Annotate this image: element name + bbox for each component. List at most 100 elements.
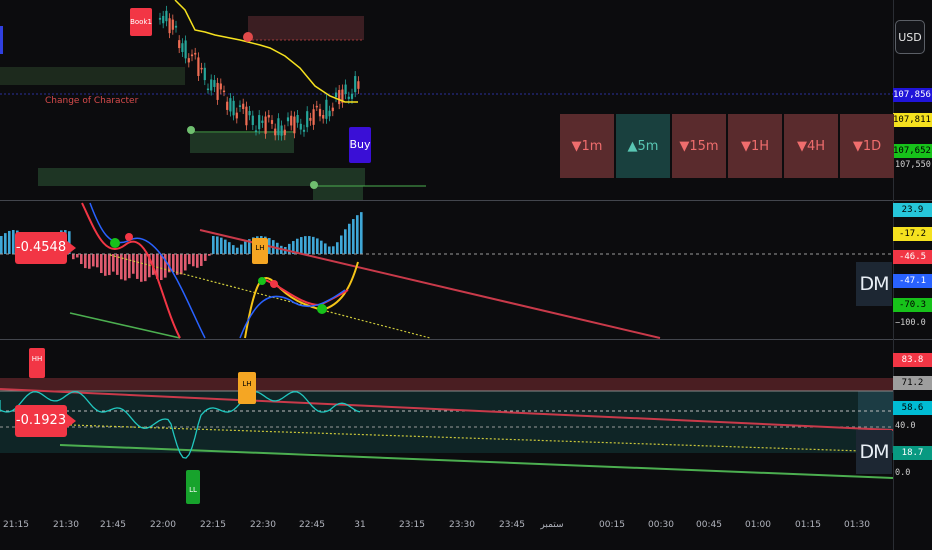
rsi-tag-4: 18.7 <box>893 446 932 460</box>
pivot-low-dot <box>187 126 195 134</box>
tf-15m[interactable]: ▼15m <box>672 114 726 178</box>
candle-body <box>216 82 219 100</box>
tf-1d[interactable]: ▼1D <box>840 114 894 178</box>
book-marker[interactable]: Book1 <box>130 8 152 36</box>
green-trendline-1 <box>69 312 181 339</box>
histogram-bar <box>132 254 135 274</box>
tf-4h[interactable]: ▼4H <box>784 114 838 178</box>
histogram-bar <box>196 254 199 268</box>
histogram-bar <box>244 241 247 254</box>
time-label: 23:15 <box>399 520 425 530</box>
candle-body <box>184 40 187 59</box>
candle-body <box>334 92 338 98</box>
candle-body <box>171 19 174 30</box>
histogram-bar <box>288 243 291 254</box>
histogram-bar <box>124 254 127 281</box>
histogram-bar <box>80 254 83 265</box>
histogram-bar <box>180 254 183 275</box>
buy-signal[interactable]: Buy <box>349 127 371 163</box>
rsi-value-badge: -0.1923 <box>15 405 76 437</box>
candle-body <box>261 120 264 123</box>
trend-line-yellow <box>174 0 358 103</box>
candle-body <box>354 76 357 93</box>
histogram-bar <box>4 233 7 254</box>
histogram-bar <box>240 244 243 254</box>
time-label: 01:30 <box>844 520 870 530</box>
support-trendline-1 <box>109 254 431 339</box>
time-label: 01:15 <box>795 520 821 530</box>
time-label: 22:15 <box>200 520 226 530</box>
candle-body <box>274 128 277 136</box>
candle-body <box>258 115 261 130</box>
price-tag-2: 107,811.3 <box>893 113 932 127</box>
osc-value-badge: -0.4548 <box>15 232 76 264</box>
histogram-bar <box>84 254 87 269</box>
chart-canvas[interactable] <box>0 0 932 550</box>
cross-dot-red <box>125 233 133 241</box>
choch-label: Change of Character <box>45 96 139 106</box>
pivot-low-dot-2 <box>310 181 318 189</box>
candle-body <box>277 118 280 136</box>
candle-body <box>283 129 286 136</box>
candle-body <box>350 93 354 99</box>
histogram-bar <box>336 242 339 254</box>
osc-tag-3: -46.5 <box>893 250 932 264</box>
tf-1m[interactable]: ▼1m <box>560 114 614 178</box>
candle-body <box>162 15 165 24</box>
histogram-bar <box>316 238 319 254</box>
overbought-band <box>0 378 893 391</box>
time-label: 23:45 <box>499 520 525 530</box>
candle-body <box>248 111 251 116</box>
candle-body <box>328 110 331 117</box>
candle-body <box>222 90 226 93</box>
lh-marker-2: LH <box>238 372 256 404</box>
time-label: 21:15 <box>3 520 29 530</box>
candle-body <box>315 105 318 108</box>
candle-body <box>181 43 184 52</box>
candle-body <box>158 17 162 20</box>
pane-separator-2[interactable] <box>0 339 932 340</box>
candle-body <box>238 105 242 107</box>
pane-separator-1[interactable] <box>0 200 932 201</box>
candle-body <box>168 18 171 34</box>
osc-scale-label: −100.0 <box>895 318 926 328</box>
time-label: 22:30 <box>250 520 276 530</box>
histogram-bar <box>160 254 163 281</box>
time-label: 01:00 <box>745 520 771 530</box>
time-label: 21:45 <box>100 520 126 530</box>
candle-body <box>226 101 229 110</box>
histogram-bar <box>8 230 11 254</box>
candle-body <box>302 129 306 132</box>
candle-body <box>318 108 322 117</box>
histogram-bar <box>104 254 107 276</box>
support-zone-2 <box>313 186 363 200</box>
histogram-bar <box>172 254 175 273</box>
candle-body <box>296 115 299 123</box>
currency-button[interactable]: USD <box>895 20 925 54</box>
time-label: ستمبر <box>540 520 564 530</box>
candle-body <box>347 96 350 99</box>
pivot-high-dot <box>243 32 253 42</box>
cross-dot-2 <box>317 304 327 314</box>
candle-body <box>293 116 296 134</box>
candle-body <box>235 112 238 119</box>
histogram-bar <box>76 254 79 258</box>
candle-body <box>309 117 312 121</box>
candle-body <box>232 100 235 116</box>
candle-body <box>306 111 309 128</box>
supply-zone <box>248 16 364 40</box>
hh-marker: HH <box>29 348 45 378</box>
candle-body <box>322 115 325 119</box>
histogram-bar <box>300 237 303 254</box>
cross-dot <box>110 238 120 248</box>
histogram-bar <box>348 223 351 254</box>
candle-body <box>197 57 200 76</box>
tf-5m[interactable]: ▲5m <box>616 114 670 178</box>
histogram-bar <box>228 242 231 254</box>
price-scale-label: 107,550.0 <box>895 160 932 170</box>
histogram-bar <box>308 236 311 254</box>
candle-body <box>338 90 341 105</box>
tf-1h[interactable]: ▼1H <box>728 114 782 178</box>
histogram-bar <box>88 254 91 269</box>
time-label: 21:30 <box>53 520 79 530</box>
